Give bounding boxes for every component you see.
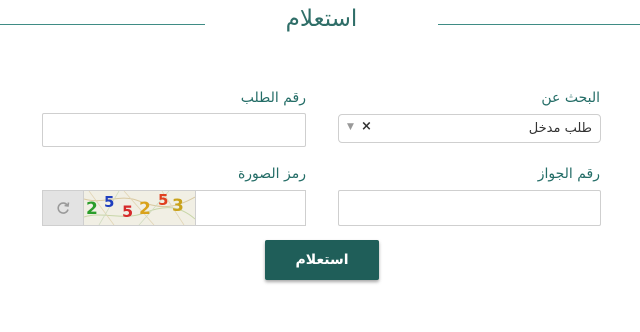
refresh-icon[interactable]	[43, 191, 84, 225]
captcha-label: رمز الصورة	[237, 166, 306, 182]
captcha-digit: 2	[139, 199, 151, 219]
captcha-digit: 5	[122, 202, 134, 221]
search-by-select[interactable]: طلب مدخل × ▼	[338, 114, 601, 143]
search-by-label: البحث عن	[541, 90, 600, 106]
captcha-group: 2 5 5 2 5 3	[42, 190, 306, 226]
request-number-field[interactable]	[42, 113, 306, 147]
search-by-selected-value: طلب مدخل	[528, 121, 592, 136]
chevron-down-icon[interactable]: ▼	[347, 122, 354, 132]
captcha-digit: 5	[104, 193, 115, 211]
captcha-input[interactable]	[195, 191, 305, 225]
captcha-digit: 5	[158, 191, 169, 209]
inquiry-submit-button[interactable]: استعلام	[265, 240, 379, 280]
header-rule-left	[0, 24, 205, 25]
clear-icon[interactable]: ×	[361, 119, 372, 134]
passport-number-label: رقم الجواز	[537, 166, 600, 182]
captcha-digit: 2	[86, 199, 98, 219]
captcha-digit: 3	[172, 196, 184, 216]
header-rule-right	[438, 24, 640, 25]
page-title: استعلام	[285, 6, 358, 32]
passport-number-field[interactable]	[338, 190, 601, 226]
captcha-image: 2 5 5 2 5 3	[84, 191, 195, 225]
request-number-label: رقم الطلب	[240, 90, 306, 106]
